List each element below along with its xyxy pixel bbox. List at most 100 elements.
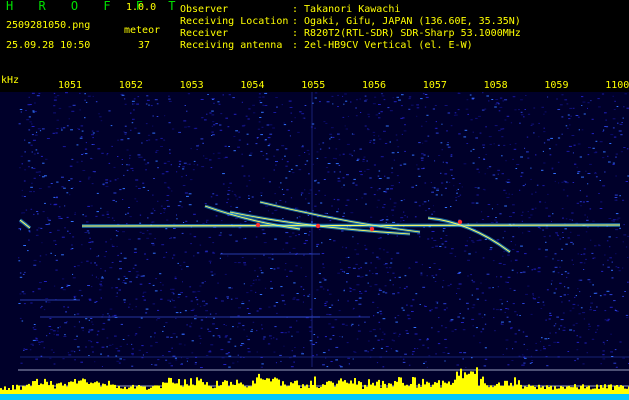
noise-speck: [502, 128, 505, 130]
noise-speck: [180, 364, 183, 365]
noise-speck: [135, 185, 138, 187]
noise-speck: [23, 293, 26, 295]
noise-speck: [370, 187, 373, 189]
noise-speck: [147, 162, 150, 164]
noise-speck: [325, 122, 328, 124]
noise-speck: [120, 323, 123, 325]
noise-speck: [304, 233, 307, 234]
noise-speck: [35, 149, 38, 151]
noise-speck: [31, 92, 35, 94]
noise-speck: [135, 298, 138, 300]
noise-speck: [93, 144, 95, 145]
noise-speck: [618, 130, 622, 132]
noise-speck: [373, 139, 376, 141]
level-column: [418, 383, 420, 394]
noise-speck: [341, 230, 344, 232]
level-column: [300, 388, 302, 394]
noise-speck: [248, 175, 250, 177]
info-receiver-value: : R820T2(RTL-SDR) SDR-Sharp 53.1000MHz: [292, 28, 521, 39]
noise-speck: [50, 183, 53, 184]
noise-speck: [116, 235, 118, 237]
noise-speck: [382, 291, 385, 293]
noise-speck: [408, 108, 411, 110]
noise-speck: [285, 232, 289, 234]
level-column: [492, 387, 494, 394]
level-column: [522, 388, 524, 394]
level-column: [280, 386, 282, 394]
noise-speck: [343, 290, 345, 292]
x-tick-label: 1051: [58, 80, 83, 91]
noise-speck: [111, 145, 113, 147]
noise-speck: [115, 296, 118, 297]
noise-speck: [577, 304, 579, 306]
noise-speck: [619, 341, 622, 343]
noise-speck: [199, 244, 202, 246]
noise-speck: [276, 149, 279, 151]
noise-speck: [444, 360, 446, 362]
noise-speck: [76, 144, 79, 146]
noise-speck: [372, 329, 376, 331]
noise-speck: [57, 330, 59, 332]
noise-speck: [414, 201, 418, 203]
noise-speck: [212, 193, 215, 195]
noise-speck: [175, 317, 177, 319]
noise-speck: [280, 360, 282, 362]
noise-speck: [47, 218, 50, 220]
noise-speck: [570, 115, 572, 117]
noise-speck: [131, 353, 134, 355]
noise-speck: [367, 113, 370, 115]
noise-speck: [471, 202, 475, 204]
noise-speck: [46, 335, 48, 337]
noise-speck: [100, 120, 103, 122]
noise-speck: [46, 138, 50, 139]
noise-speck: [174, 276, 177, 278]
noise-speck: [74, 212, 76, 214]
noise-speck: [59, 206, 61, 208]
level-column: [254, 383, 256, 394]
noise-speck: [344, 93, 347, 95]
noise-speck: [141, 345, 144, 347]
noise-speck: [109, 180, 112, 182]
noise-speck: [412, 299, 415, 301]
noise-speck: [545, 241, 547, 243]
noise-speck: [329, 133, 333, 135]
level-column: [408, 386, 410, 394]
noise-speck: [257, 275, 259, 277]
noise-speck: [284, 269, 287, 271]
noise-speck: [242, 325, 245, 327]
noise-speck: [106, 153, 109, 154]
noise-speck: [362, 160, 365, 162]
noise-speck: [63, 306, 65, 308]
noise-speck: [285, 177, 288, 179]
noise-speck: [212, 242, 215, 244]
level-column: [222, 381, 224, 394]
noise-speck: [23, 180, 26, 182]
noise-speck: [61, 176, 64, 178]
noise-speck: [615, 153, 618, 155]
level-column: [102, 383, 104, 394]
noise-speck: [374, 284, 378, 286]
noise-speck: [579, 156, 582, 158]
noise-speck: [121, 159, 123, 160]
noise-speck: [255, 291, 257, 293]
noise-speck: [31, 151, 33, 153]
noise-speck: [475, 117, 478, 119]
noise-speck: [581, 105, 583, 106]
noise-speck: [76, 313, 80, 315]
noise-speck: [510, 241, 512, 242]
noise-speck: [295, 207, 297, 209]
noise-speck: [451, 248, 454, 250]
noise-speck: [393, 340, 395, 342]
noise-speck: [123, 359, 126, 361]
noise-speck: [235, 240, 238, 242]
noise-speck: [256, 310, 259, 312]
noise-speck: [472, 162, 475, 164]
noise-speck: [253, 279, 255, 281]
noise-speck: [501, 303, 503, 305]
noise-speck: [237, 326, 239, 328]
noise-speck: [232, 362, 235, 364]
noise-speck: [427, 155, 429, 157]
noise-speck: [30, 343, 34, 345]
noise-speck: [166, 219, 169, 221]
noise-speck: [551, 280, 553, 282]
